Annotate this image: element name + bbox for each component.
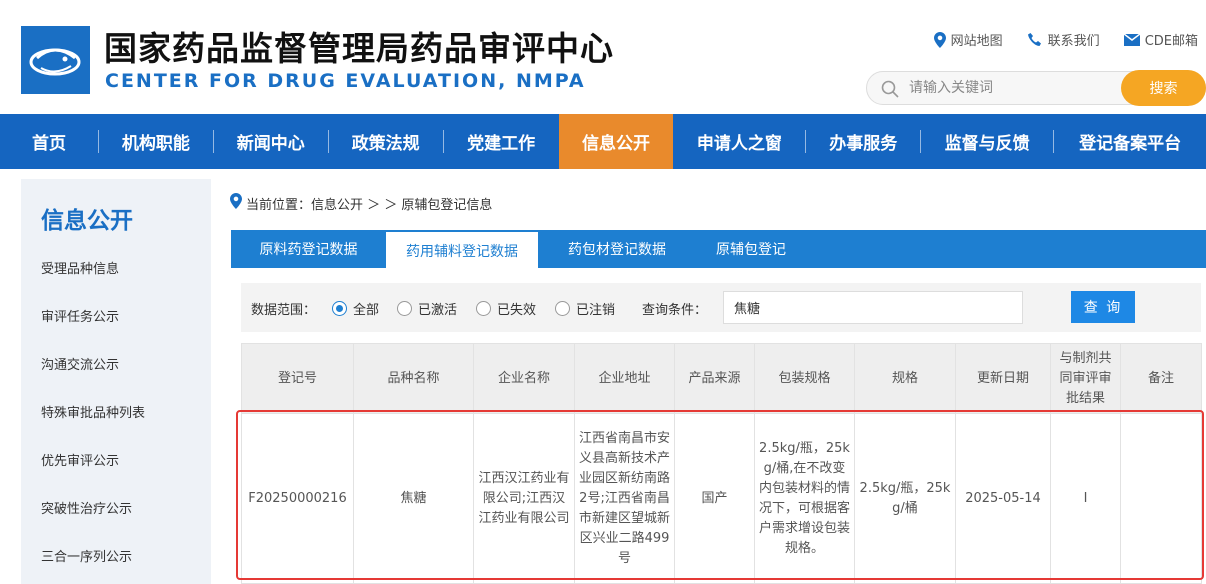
main-nav: 首页 机构职能 新闻中心 政策法规 党建工作 信息公开 申请人之窗 办事服务 监… <box>0 114 1206 169</box>
col-header: 企业名称 <box>473 343 575 414</box>
tab-combined-registration[interactable]: 原辅包登记 <box>696 230 806 268</box>
table-header-row: 登记号 品种名称 企业名称 企业地址 产品来源 包装规格 规格 更新日期 与制剂… <box>241 343 1202 414</box>
top-links: 网站地图 联系我们 CDE邮箱 <box>933 30 1198 49</box>
cell-company-address: 江西省南昌市安义县高新技术产业园区新纺南路2号;江西省南昌市新建区望城新区兴业二… <box>574 413 675 584</box>
nav-item-services[interactable]: 办事服务 <box>806 114 920 169</box>
query-input[interactable] <box>723 291 1023 324</box>
sidebar-item-accepted[interactable]: 受理品种信息 <box>41 258 119 277</box>
col-header: 更新日期 <box>955 343 1051 414</box>
col-header: 包装规格 <box>754 343 855 414</box>
breadcrumb: 当前位置：信息公开 ＞ ＞ 原辅包登记信息 <box>230 193 492 213</box>
cde-logo[interactable] <box>21 26 90 94</box>
nav-item-home[interactable]: 首页 <box>0 114 98 169</box>
cell-update-date: 2025-05-14 <box>955 413 1051 584</box>
location-pin-icon <box>933 31 946 48</box>
radio-cancelled[interactable]: 已注销 <box>555 299 615 318</box>
sidebar-item-priority-review[interactable]: 优先审评公示 <box>41 450 119 469</box>
radio-label: 已失效 <box>497 303 537 318</box>
table-row[interactable]: F20250000216 焦糖 江西汉江药业有限公司;江西汉江药业有限公司 江西… <box>241 413 1202 584</box>
cell-product-source: 国产 <box>674 413 755 584</box>
radio-circle <box>397 301 412 316</box>
radio-all[interactable]: 全部 <box>332 299 379 318</box>
search-button[interactable]: 搜索 <box>1121 70 1206 106</box>
nav-item-party[interactable]: 党建工作 <box>444 114 559 169</box>
cell-product-name: 焦糖 <box>353 413 474 584</box>
sidebar-item-special-approval[interactable]: 特殊审批品种列表 <box>41 402 145 421</box>
filter-bar: 数据范围： 全部 已激活 已失效 已注销 查询条件： 查 询 <box>241 283 1201 332</box>
radio-circle <box>476 301 491 316</box>
tab-api-registration[interactable]: 原料药登记数据 <box>231 230 386 268</box>
cell-remarks <box>1120 413 1202 584</box>
phone-icon <box>1027 32 1043 48</box>
search-input[interactable] <box>909 76 1109 100</box>
results-table-wrap: 登记号 品种名称 企业名称 企业地址 产品来源 包装规格 规格 更新日期 与制剂… <box>241 343 1202 584</box>
contact-link[interactable]: 联系我们 <box>1027 30 1100 49</box>
radio-circle <box>332 301 347 316</box>
nav-item-applicant[interactable]: 申请人之窗 <box>673 114 805 169</box>
col-header: 规格 <box>854 343 956 414</box>
col-header: 产品来源 <box>674 343 755 414</box>
site-title-en: CENTER FOR DRUG EVALUATION, NMPA <box>105 70 586 92</box>
contact-label: 联系我们 <box>1047 34 1100 49</box>
breadcrumb-text: 当前位置：信息公开 ＞ ＞ 原辅包登记信息 <box>246 197 493 213</box>
col-header: 企业地址 <box>574 343 675 414</box>
search-icon <box>881 80 899 102</box>
sidebar-item-breakthrough[interactable]: 突破性治疗公示 <box>41 498 132 517</box>
sidebar-item-communication[interactable]: 沟通交流公示 <box>41 354 119 373</box>
condition-label: 查询条件： <box>642 303 708 318</box>
sidebar: 信息公开 受理品种信息 审评任务公示 沟通交流公示 特殊审批品种列表 优先审评公… <box>21 179 211 584</box>
nav-item-registration[interactable]: 登记备案平台 <box>1054 114 1206 169</box>
nav-item-functions[interactable]: 机构职能 <box>99 114 213 169</box>
data-tabs: 原料药登记数据 药用辅料登记数据 药包材登记数据 原辅包登记 <box>231 230 1206 270</box>
radio-label: 已注销 <box>576 303 616 318</box>
cell-company-name: 江西汉江药业有限公司;江西汉江药业有限公司 <box>473 413 575 584</box>
col-header: 品种名称 <box>353 343 474 414</box>
col-header: 与制剂共同审评审批结果 <box>1050 343 1121 414</box>
sitemap-link[interactable]: 网站地图 <box>933 30 1003 49</box>
tab-packaging-registration[interactable]: 药包材登记数据 <box>538 230 696 268</box>
nav-item-info-disclosure[interactable]: 信息公开 <box>558 114 674 169</box>
radio-circle <box>555 301 570 316</box>
mail-icon <box>1123 33 1140 46</box>
results-table: 登记号 品种名称 企业名称 企业地址 产品来源 包装规格 规格 更新日期 与制剂… <box>241 343 1202 584</box>
radio-activated[interactable]: 已激活 <box>397 299 457 318</box>
radio-label: 已激活 <box>418 303 458 318</box>
cell-spec: 2.5kg/瓶，25kg/桶 <box>854 413 956 584</box>
query-button[interactable]: 查 询 <box>1071 291 1135 323</box>
location-pin-icon <box>230 193 242 213</box>
sidebar-title: 信息公开 <box>41 208 133 234</box>
cde-mail-link[interactable]: CDE邮箱 <box>1123 30 1198 49</box>
radio-expired[interactable]: 已失效 <box>476 299 536 318</box>
site-header: 国家药品监督管理局药品审评中心 CENTER FOR DRUG EVALUATI… <box>0 0 1206 114</box>
site-title-cn: 国家药品监督管理局药品审评中心 <box>104 29 614 68</box>
col-header: 备注 <box>1120 343 1202 414</box>
sitemap-label: 网站地图 <box>950 34 1003 49</box>
nav-item-policy[interactable]: 政策法规 <box>329 114 443 169</box>
sidebar-item-review-tasks[interactable]: 审评任务公示 <box>41 306 119 325</box>
cde-mail-label: CDE邮箱 <box>1144 34 1198 49</box>
scope-label: 数据范围： <box>251 303 317 318</box>
cell-registration-no: F20250000216 <box>241 413 354 584</box>
tab-excipient-registration[interactable]: 药用辅料登记数据 <box>386 230 538 270</box>
nav-item-news[interactable]: 新闻中心 <box>214 114 328 169</box>
cell-joint-review-result: I <box>1050 413 1121 584</box>
col-header: 登记号 <box>241 343 354 414</box>
nav-item-feedback[interactable]: 监督与反馈 <box>921 114 1053 169</box>
sidebar-item-three-in-one[interactable]: 三合一序列公示 <box>41 546 132 565</box>
cell-package-spec: 2.5kg/瓶，25kg/桶,在不改变内包装材料的情况下，可根据客户需求增设包装… <box>754 413 855 584</box>
radio-label: 全部 <box>353 303 380 318</box>
